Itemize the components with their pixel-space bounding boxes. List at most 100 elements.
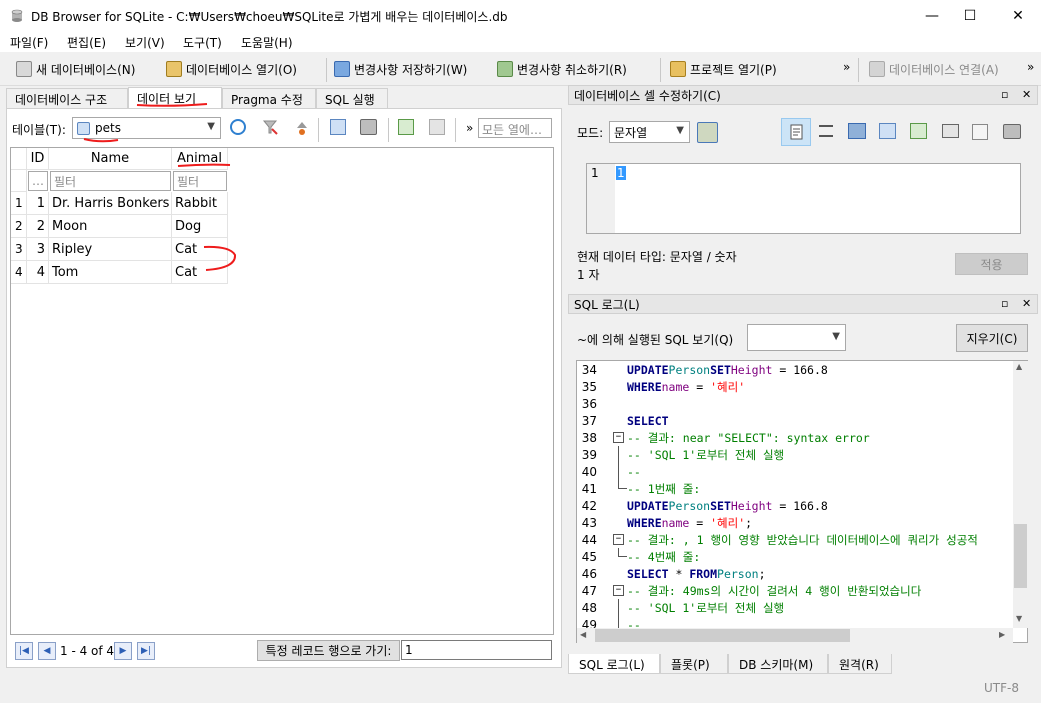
apply-button[interactable]: 적용 <box>955 253 1028 275</box>
table-cell-animal[interactable]: Rabbit <box>172 192 228 215</box>
menu-tools[interactable]: 도구(T) <box>183 34 222 51</box>
scrollbar-thumb[interactable] <box>1014 524 1027 588</box>
copy-icon[interactable] <box>942 124 959 138</box>
grid-corner[interactable] <box>11 148 27 170</box>
toolbar-overflow-button-2[interactable]: » <box>1027 60 1034 74</box>
cell-editor[interactable]: 1 1 <box>586 163 1021 234</box>
tab-database-structure[interactable]: 데이터베이스 구조 <box>6 88 128 108</box>
tab-execute-sql[interactable]: SQL 실행 <box>316 88 388 108</box>
table-select[interactable]: pets ▼ <box>72 117 221 139</box>
scroll-left-icon[interactable]: ◀ <box>580 630 586 639</box>
revert-changes-button[interactable]: 변경사항 취소하기(R) <box>497 58 627 80</box>
sql-log-horizontal-scrollbar[interactable]: ◀ ▶ <box>577 628 1013 643</box>
goto-record-button[interactable]: 특정 레코드 행으로 가기: <box>257 640 400 661</box>
table-cell-animal[interactable]: Cat <box>172 261 228 284</box>
filter-input-animal[interactable]: 필터 <box>173 171 227 191</box>
indent-icon[interactable] <box>819 125 833 137</box>
clear-log-button[interactable]: 지우기(C) <box>956 324 1028 352</box>
last-record-button[interactable]: ▶| <box>137 642 155 660</box>
table-cell-animal[interactable]: Cat <box>172 238 228 261</box>
table-toolbar-overflow[interactable]: » <box>466 121 473 135</box>
fold-icon[interactable]: − <box>613 585 624 596</box>
tab-plot[interactable]: 플롯(P) <box>660 654 728 674</box>
submitted-by-select[interactable]: ▼ <box>747 324 846 351</box>
clear-sorting-icon[interactable] <box>294 120 310 136</box>
attach-database-button[interactable]: 데이터베이스 연결(A) <box>869 58 999 80</box>
row-number[interactable]: 1 <box>11 192 27 215</box>
filter-all-columns-input[interactable]: 모든 열에… <box>478 118 552 138</box>
previous-record-button[interactable]: ◀ <box>38 642 56 660</box>
open-database-button[interactable]: 데이터베이스 열기(O) <box>166 58 297 80</box>
table-cell-name[interactable]: Tom <box>49 261 172 284</box>
open-project-button[interactable]: 프로젝트 열기(P) <box>670 58 777 80</box>
table-cell-name[interactable]: Ripley <box>49 238 172 261</box>
print-icon[interactable] <box>1003 124 1021 139</box>
tab-db-schema[interactable]: DB 스키마(M) <box>728 654 828 674</box>
export-icon[interactable] <box>879 123 896 139</box>
tab-sql-log[interactable]: SQL 로그(L) <box>568 654 660 674</box>
row-number[interactable]: 2 <box>11 215 27 238</box>
mode-select[interactable]: 문자열 ▼ <box>609 121 690 143</box>
scroll-up-icon[interactable]: ▲ <box>1016 362 1022 371</box>
filter-input-name[interactable]: 필터 <box>50 171 171 191</box>
menu-view[interactable]: 보기(V) <box>125 34 165 51</box>
scrollbar-thumb[interactable] <box>595 629 850 642</box>
menu-edit[interactable]: 편집(E) <box>67 34 106 51</box>
data-size-info: 1 자 <box>577 268 600 282</box>
table-cell-id[interactable]: 1 <box>27 192 49 215</box>
record-range-label: 1 - 4 of 4 <box>60 644 115 658</box>
maximize-button[interactable]: ☐ <box>947 0 993 32</box>
delete-record-icon[interactable] <box>429 119 445 135</box>
close-dock-icon[interactable]: ✕ <box>1022 88 1031 101</box>
column-header-animal[interactable]: Animal <box>172 148 228 170</box>
toolbar-separator <box>318 118 319 142</box>
table-cell-name[interactable]: Dr. Harris Bonkers <box>49 192 172 215</box>
sql-log-editor[interactable]: 34 UPDATE Person SET Height = 166.8 35 WHE… <box>576 360 1028 643</box>
first-record-button[interactable]: |◀ <box>15 642 33 660</box>
insert-record-icon[interactable] <box>398 119 414 135</box>
tab-edit-pragmas[interactable]: Pragma 수정 <box>222 88 316 108</box>
next-record-button[interactable]: ▶ <box>114 642 132 660</box>
clear-filters-icon[interactable] <box>262 119 278 135</box>
write-changes-button[interactable]: 변경사항 저장하기(W) <box>334 58 467 80</box>
menu-file[interactable]: 파일(F) <box>10 34 48 51</box>
close-dock-icon[interactable]: ✕ <box>1022 297 1031 310</box>
log-line: 36 <box>581 396 597 411</box>
new-database-button[interactable]: 새 데이터베이스(N) <box>16 58 135 80</box>
main-toolbar: 새 데이터베이스(N) 데이터베이스 열기(O) ▼ 변경사항 저장하기(W) … <box>0 52 1041 131</box>
tab-browse-data[interactable]: 데이터 보기 <box>128 87 222 108</box>
auto-switch-mode-icon[interactable] <box>697 122 718 143</box>
close-window-button[interactable]: ✕ <box>995 0 1041 32</box>
fold-icon[interactable]: − <box>613 432 624 443</box>
float-dock-icon[interactable]: ▫ <box>1001 88 1008 101</box>
row-number[interactable]: 4 <box>11 261 27 284</box>
editor-value[interactable]: 1 <box>616 166 626 180</box>
table-cell-id[interactable]: 4 <box>27 261 49 284</box>
filter-more-button[interactable]: … <box>28 171 48 191</box>
fold-icon[interactable]: − <box>613 534 624 545</box>
menu-help[interactable]: 도움말(H) <box>241 34 293 51</box>
sql-log-vertical-scrollbar[interactable]: ▲ ▼ <box>1013 361 1028 628</box>
set-null-icon[interactable] <box>910 123 927 139</box>
word-wrap-toggle[interactable] <box>781 118 811 146</box>
row-number[interactable]: 3 <box>11 238 27 261</box>
log-line: 39 -- 'SQL 1'로부터 전체 실행 <box>581 446 785 463</box>
menu-bar: 파일(F) 편집(E) 보기(V) 도구(T) 도움말(H) <box>0 32 1041 52</box>
column-header-name[interactable]: Name <box>49 148 172 170</box>
scroll-right-icon[interactable]: ▶ <box>999 630 1005 639</box>
toolbar-overflow-button[interactable]: » <box>843 60 850 74</box>
table-cell-animal[interactable]: Dog <box>172 215 228 238</box>
import-icon[interactable] <box>848 123 866 139</box>
refresh-icon[interactable] <box>230 119 246 135</box>
table-cell-id[interactable]: 2 <box>27 215 49 238</box>
column-header-id[interactable]: ID <box>27 148 49 170</box>
scroll-down-icon[interactable]: ▼ <box>1016 614 1022 623</box>
goto-record-input[interactable]: 1 <box>401 640 552 660</box>
tab-remote[interactable]: 원격(R) <box>828 654 892 674</box>
table-cell-name[interactable]: Moon <box>49 215 172 238</box>
float-dock-icon[interactable]: ▫ <box>1001 297 1008 310</box>
save-table-icon[interactable] <box>330 119 346 135</box>
image-icon[interactable] <box>972 124 988 140</box>
print-icon[interactable] <box>360 119 377 135</box>
table-cell-id[interactable]: 3 <box>27 238 49 261</box>
